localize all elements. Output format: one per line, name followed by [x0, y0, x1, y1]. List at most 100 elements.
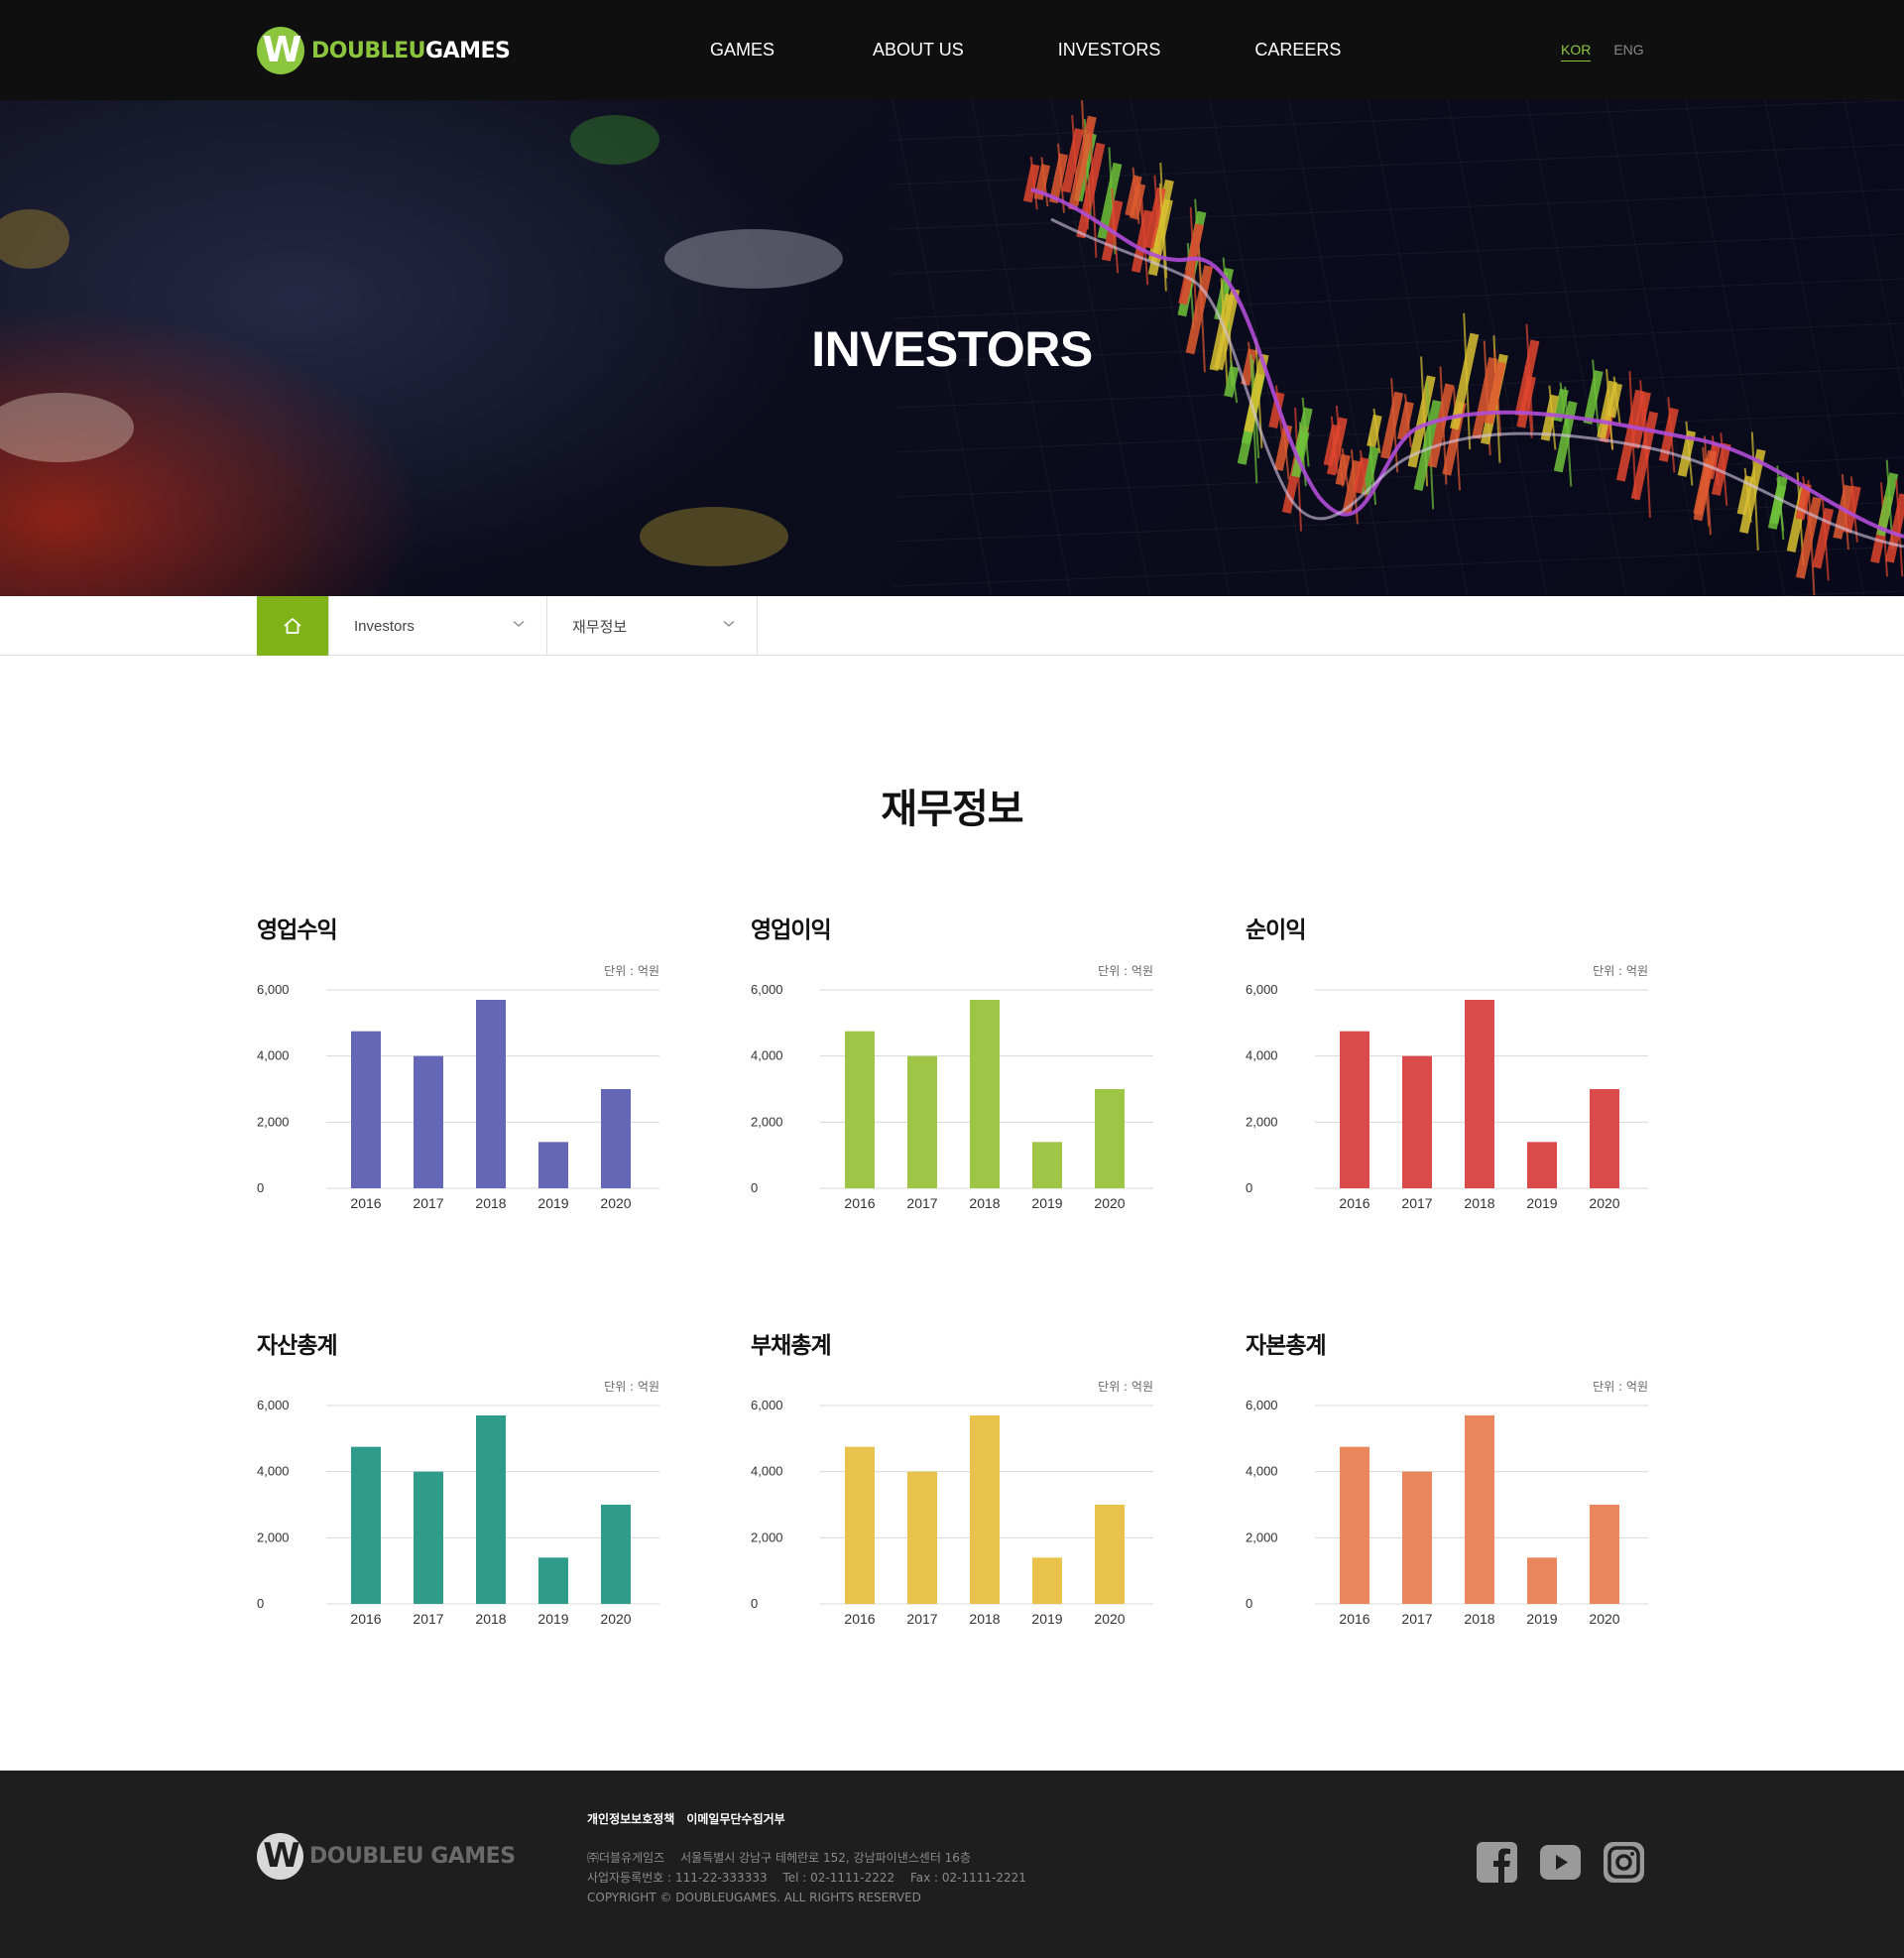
- breadcrumb-select-page[interactable]: 재무정보: [547, 596, 758, 656]
- bar-2019: [1527, 1557, 1557, 1604]
- x-tick-label: 2020: [600, 1611, 631, 1624]
- x-tick-label: 2016: [844, 1195, 875, 1208]
- x-tick-label: 2017: [413, 1195, 443, 1208]
- hero-title: INVESTORS: [811, 321, 1093, 377]
- bar-2017: [414, 1471, 443, 1604]
- footer-copyright: COPYRIGHT © DOUBLEUGAMES. ALL RIGHTS RES…: [587, 1891, 921, 1904]
- y-tick-label: 2,000: [257, 1114, 290, 1129]
- x-tick-label: 2016: [350, 1195, 381, 1208]
- y-tick-label: 6,000: [257, 1398, 290, 1412]
- privacy-policy-link[interactable]: 개인정보보호정책: [587, 1810, 674, 1827]
- y-tick-label: 6,000: [751, 982, 783, 997]
- breadcrumb-section-label: Investors: [354, 617, 415, 635]
- logo-mark-icon: W: [257, 27, 304, 74]
- y-tick-label: 0: [257, 1596, 264, 1611]
- breadcrumb-select-section[interactable]: Investors: [328, 596, 547, 656]
- footer-logo-text-games: GAMES: [430, 1844, 516, 1869]
- bar-2020: [601, 1505, 631, 1604]
- footer-logo[interactable]: W DOUBLEU GAMES: [257, 1833, 516, 1880]
- x-tick-label: 2017: [1401, 1611, 1432, 1624]
- x-tick-label: 2020: [1094, 1195, 1125, 1208]
- bar-2018: [1465, 1415, 1494, 1604]
- hero-banner: INVESTORS: [0, 100, 1904, 596]
- bar-2020: [1095, 1505, 1125, 1604]
- y-tick-label: 6,000: [257, 982, 290, 997]
- x-tick-label: 2018: [475, 1611, 506, 1624]
- email-refusal-link[interactable]: 이메일무단수집거부: [686, 1810, 784, 1827]
- nav-about-us[interactable]: ABOUT US: [873, 40, 964, 61]
- lang-eng[interactable]: ENG: [1613, 42, 1643, 61]
- chart-title: 영업수익: [257, 918, 338, 943]
- x-tick-label: 2017: [413, 1611, 443, 1624]
- page-title: 재무정보: [881, 787, 1023, 832]
- x-tick-label: 2016: [1339, 1195, 1369, 1208]
- y-tick-label: 6,000: [1246, 982, 1278, 997]
- bar-2020: [1590, 1089, 1619, 1188]
- x-tick-label: 2017: [906, 1611, 937, 1624]
- bar-2017: [907, 1055, 937, 1188]
- footer-fax: Fax : 02-1111-2221: [909, 1871, 1026, 1885]
- chart-card: 영업수익 단위 : 억원 0 2,000 4,000 6,000 2016 2017 2018 2…: [257, 911, 659, 1238]
- breadcrumb-home-button[interactable]: [257, 596, 328, 656]
- bar-2017: [1402, 1055, 1432, 1188]
- bar-2016: [351, 1446, 381, 1604]
- bar-chart: 0 2,000 4,000 6,000 2016 2017 2018 2019 2020: [1246, 982, 1648, 1208]
- x-tick-label: 2016: [1339, 1611, 1369, 1624]
- bar-2017: [1402, 1471, 1432, 1604]
- footer-logo-text-doubleu: DOUBLEU: [309, 1844, 424, 1869]
- chart-card: 영업이익 단위 : 억원 0 2,000 4,000 6,000 2016 2017 2018 2…: [751, 911, 1153, 1238]
- x-tick-label: 2020: [1589, 1611, 1619, 1624]
- footer-logo-mark-icon: W: [257, 1833, 303, 1880]
- instagram-icon[interactable]: [1604, 1842, 1644, 1883]
- facebook-icon[interactable]: [1477, 1842, 1517, 1883]
- y-tick-label: 0: [751, 1596, 758, 1611]
- bar-2016: [351, 1031, 381, 1188]
- main-nav: GAMES ABOUT US INVESTORS CAREERS: [710, 0, 1341, 100]
- y-tick-label: 0: [751, 1180, 758, 1195]
- x-tick-label: 2020: [1589, 1195, 1619, 1208]
- home-icon: [284, 618, 301, 634]
- nav-games[interactable]: GAMES: [710, 40, 774, 61]
- chevron-down-icon: [513, 621, 525, 627]
- breadcrumb-page-label: 재무정보: [572, 618, 628, 636]
- x-tick-label: 2018: [475, 1195, 506, 1208]
- x-tick-label: 2019: [1526, 1611, 1557, 1624]
- site-header: W DOUBLEUGAMES GAMES ABOUT US INVESTORS …: [0, 0, 1904, 100]
- bar-2019: [1032, 1142, 1062, 1188]
- logo-text-games: GAMES: [425, 38, 511, 63]
- site-logo[interactable]: W DOUBLEUGAMES: [257, 27, 511, 74]
- x-tick-label: 2019: [537, 1611, 568, 1624]
- footer-links: 개인정보보호정책 이메일무단수집거부: [587, 1810, 797, 1827]
- bar-2018: [476, 1415, 506, 1604]
- y-tick-label: 4,000: [1246, 1464, 1278, 1479]
- lang-kor[interactable]: KOR: [1561, 42, 1592, 61]
- y-tick-label: 2,000: [257, 1530, 290, 1544]
- nav-investors[interactable]: INVESTORS: [1058, 40, 1161, 61]
- bar-2019: [538, 1557, 568, 1604]
- x-tick-label: 2019: [537, 1195, 568, 1208]
- x-tick-label: 2018: [969, 1195, 1000, 1208]
- bar-chart: 0 2,000 4,000 6,000 2016 2017 2018 2019 2020: [257, 982, 659, 1208]
- chart-card: 자산총계 단위 : 억원 0 2,000 4,000 6,000 2016 2017 2018 2…: [257, 1326, 659, 1653]
- bar-2016: [845, 1031, 875, 1188]
- footer-company-info: ㈜더블유게임즈 서울특별시 강남구 테헤란로 152, 강남파이낸스센터 16층…: [587, 1848, 1026, 1907]
- footer-company-name: ㈜더블유게임즈: [587, 1851, 665, 1865]
- bar-2016: [845, 1446, 875, 1604]
- bar-2019: [1527, 1142, 1557, 1188]
- chart-title: 순이익: [1246, 918, 1306, 943]
- x-tick-label: 2018: [1464, 1611, 1494, 1624]
- nav-careers[interactable]: CAREERS: [1254, 40, 1341, 61]
- y-tick-label: 6,000: [1246, 1398, 1278, 1412]
- bar-chart: 0 2,000 4,000 6,000 2016 2017 2018 2019 2020: [1246, 1398, 1648, 1624]
- x-tick-label: 2019: [1031, 1611, 1062, 1624]
- y-tick-label: 4,000: [257, 1048, 290, 1063]
- footer-address: 서울특별시 강남구 테헤란로 152, 강남파이낸스센터 16층: [680, 1851, 971, 1865]
- bar-chart: 0 2,000 4,000 6,000 2016 2017 2018 2019 2020: [751, 1398, 1153, 1624]
- y-tick-label: 4,000: [751, 1048, 783, 1063]
- bar-2018: [1465, 1000, 1494, 1188]
- footer-tel: Tel : 02-1111-2222: [782, 1871, 895, 1885]
- chart-card: 순이익 단위 : 억원 0 2,000 4,000 6,000 2016 2017 2018 20…: [1246, 911, 1648, 1238]
- youtube-icon[interactable]: [1540, 1842, 1581, 1883]
- chart-title: 자본총계: [1246, 1333, 1327, 1359]
- x-tick-label: 2016: [350, 1611, 381, 1624]
